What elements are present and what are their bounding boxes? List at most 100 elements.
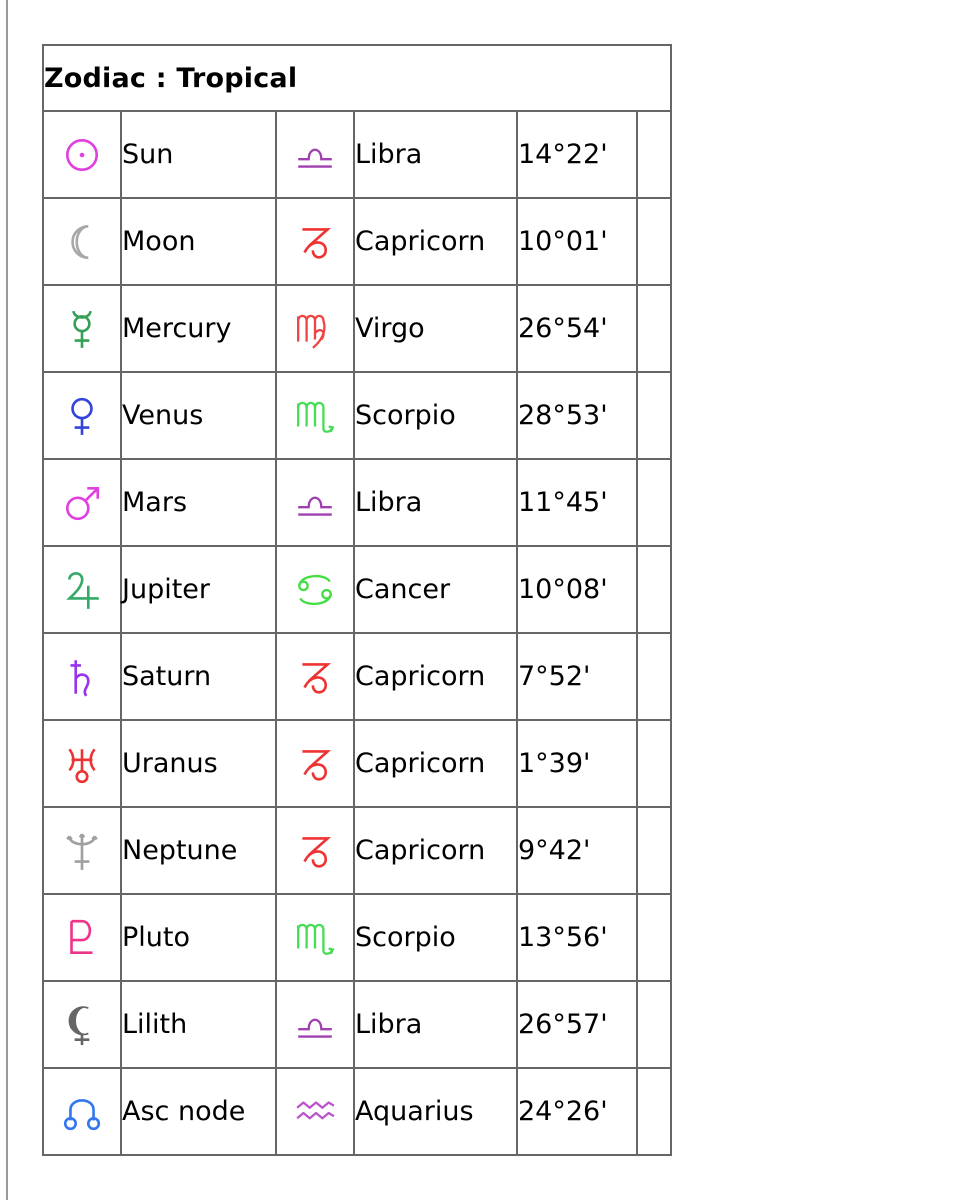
saturn-icon [44, 656, 120, 698]
table-row: Mars Libra 11°45' [42, 458, 672, 547]
empty-cell [636, 806, 672, 895]
empty-cell [636, 1067, 672, 1156]
table-row: Saturn Capricorn 7°52' [42, 632, 672, 721]
empty-cell [636, 458, 672, 547]
scorpio-icon [277, 395, 353, 437]
venus-icon [44, 395, 120, 437]
table-row: Moon Capricorn 10°01' [42, 197, 672, 286]
degree-value: 7°52' [516, 632, 638, 721]
planet-name: Jupiter [120, 545, 277, 634]
degree-value: 26°54' [516, 284, 638, 373]
planet-name: Lilith [120, 980, 277, 1069]
degree-value: 28°53' [516, 371, 638, 460]
planet-glyph-cell [42, 1067, 122, 1156]
planet-name: Uranus [120, 719, 277, 808]
sign-glyph-cell [275, 719, 355, 808]
libra-icon [277, 482, 353, 524]
planet-name: Moon [120, 197, 277, 286]
sign-name: Libra [353, 980, 518, 1069]
planet-glyph-cell [42, 632, 122, 721]
degree-value: 10°01' [516, 197, 638, 286]
aquarius-icon [277, 1091, 353, 1133]
empty-cell [636, 110, 672, 199]
planet-name: Venus [120, 371, 277, 460]
planet-name: Pluto [120, 893, 277, 982]
mars-icon [44, 482, 120, 524]
degree-value: 13°56' [516, 893, 638, 982]
capricorn-icon [277, 830, 353, 872]
planet-glyph-cell [42, 806, 122, 895]
table-title: Zodiac : Tropical [42, 44, 672, 112]
sign-name: Cancer [353, 545, 518, 634]
empty-cell [636, 371, 672, 460]
sign-name: Virgo [353, 284, 518, 373]
pluto-icon [44, 917, 120, 959]
degree-value: 24°26' [516, 1067, 638, 1156]
empty-cell [636, 545, 672, 634]
empty-cell [636, 980, 672, 1069]
sun-icon [44, 134, 120, 176]
planet-glyph-cell [42, 980, 122, 1069]
sign-name: Scorpio [353, 371, 518, 460]
planet-glyph-cell [42, 458, 122, 547]
moon-icon [44, 221, 120, 263]
sign-name: Scorpio [353, 893, 518, 982]
planet-glyph-cell [42, 545, 122, 634]
planet-glyph-cell [42, 284, 122, 373]
cancer-icon [277, 569, 353, 611]
table-row: Mercury Virgo 26°54' [42, 284, 672, 373]
virgo-icon [277, 308, 353, 350]
sign-name: Libra [353, 110, 518, 199]
empty-cell [636, 719, 672, 808]
lilith-icon [44, 1004, 120, 1046]
planet-glyph-cell [42, 719, 122, 808]
table-row: Uranus Capricorn 1°39' [42, 719, 672, 808]
sign-glyph-cell [275, 197, 355, 286]
degree-value: 11°45' [516, 458, 638, 547]
sign-glyph-cell [275, 458, 355, 547]
sign-name: Capricorn [353, 632, 518, 721]
empty-cell [636, 284, 672, 373]
scorpio-icon [277, 917, 353, 959]
sign-glyph-cell [275, 1067, 355, 1156]
jupiter-icon [44, 569, 120, 611]
capricorn-icon [277, 743, 353, 785]
empty-cell [636, 893, 672, 982]
sign-name: Libra [353, 458, 518, 547]
table-row: Venus Scorpio 28°53' [42, 371, 672, 460]
sign-glyph-cell [275, 371, 355, 460]
sign-glyph-cell [275, 545, 355, 634]
degree-value: 26°57' [516, 980, 638, 1069]
planet-glyph-cell [42, 197, 122, 286]
degree-value: 14°22' [516, 110, 638, 199]
mercury-icon [44, 308, 120, 350]
table-row: Sun Libra 14°22' [42, 110, 672, 199]
sign-glyph-cell [275, 893, 355, 982]
capricorn-icon [277, 221, 353, 263]
table-row: Lilith Libra 26°57' [42, 980, 672, 1069]
table-row: Jupiter Cancer 10°08' [42, 545, 672, 634]
sign-name: Capricorn [353, 806, 518, 895]
planet-name: Neptune [120, 806, 277, 895]
sign-glyph-cell [275, 284, 355, 373]
table-row: Pluto Scorpio 13°56' [42, 893, 672, 982]
table-row: Neptune Capricorn 9°42' [42, 806, 672, 895]
sign-glyph-cell [275, 110, 355, 199]
sign-glyph-cell [275, 632, 355, 721]
zodiac-table: Zodiac : Tropical Sun Libra 14°22' Moon … [42, 44, 672, 1156]
libra-icon [277, 1004, 353, 1046]
neptune-icon [44, 830, 120, 872]
sign-name: Capricorn [353, 719, 518, 808]
empty-cell [636, 197, 672, 286]
sign-glyph-cell [275, 980, 355, 1069]
page-left-border [6, 0, 8, 1200]
sign-name: Aquarius [353, 1067, 518, 1156]
planet-name: Mars [120, 458, 277, 547]
planet-glyph-cell [42, 110, 122, 199]
planet-glyph-cell [42, 893, 122, 982]
degree-value: 10°08' [516, 545, 638, 634]
uranus-icon [44, 743, 120, 785]
planet-name: Asc node [120, 1067, 277, 1156]
planet-glyph-cell [42, 371, 122, 460]
empty-cell [636, 632, 672, 721]
